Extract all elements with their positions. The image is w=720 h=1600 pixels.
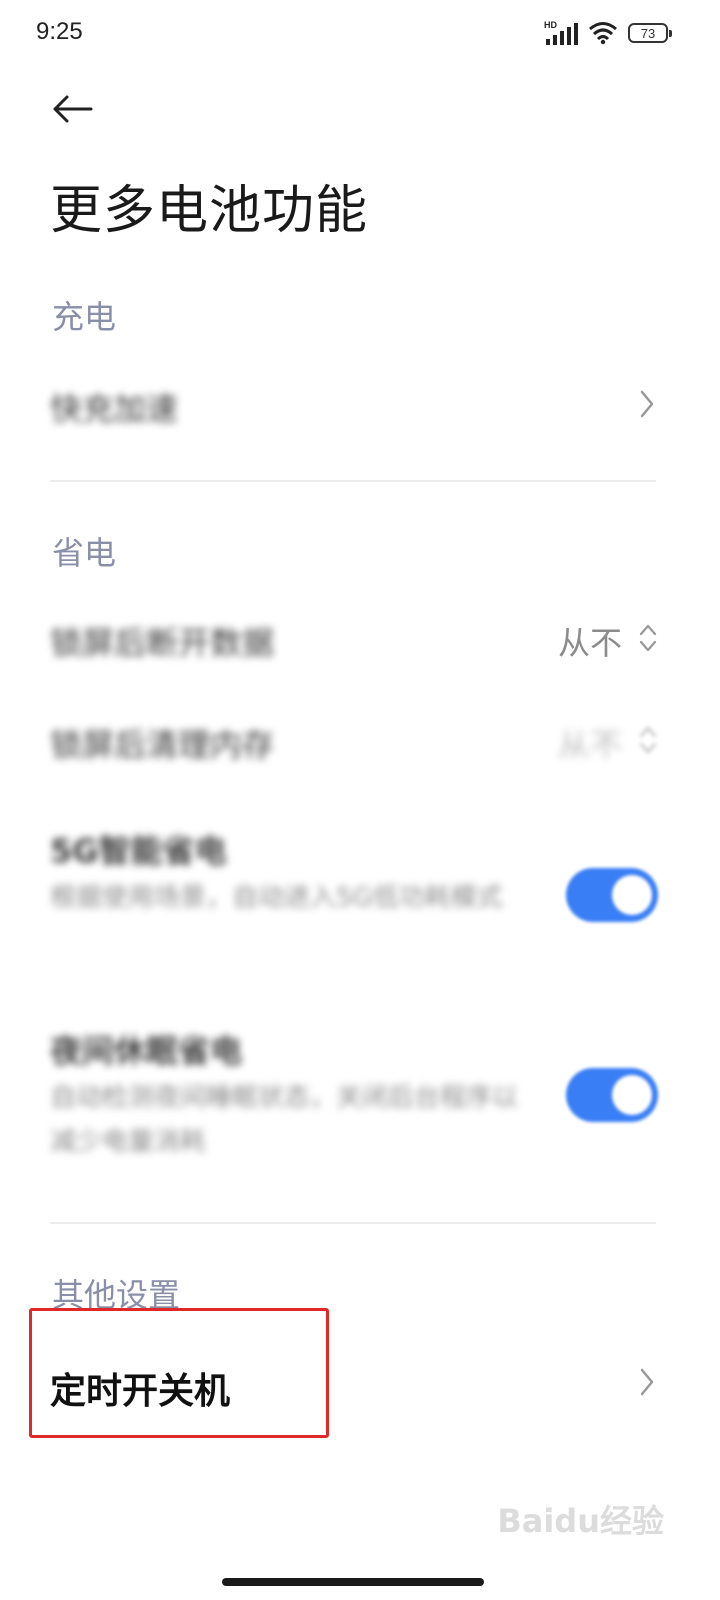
setting-row-5g-saving[interactable]: 5G智能省电 根据使用场景，自动进入5G低功耗模式: [0, 812, 720, 982]
row-label: 快充加速: [50, 390, 179, 428]
row-value: 从不: [557, 726, 622, 764]
status-icons: HD 73: [544, 18, 672, 48]
section-header-charging: 充电: [52, 298, 117, 336]
spinner-updown-icon: [639, 726, 657, 754]
battery-icon: 73: [628, 23, 672, 43]
row-label: 5G智能省电: [50, 832, 227, 870]
page-title: 更多电池功能: [50, 181, 369, 241]
chevron-right-icon: [640, 390, 654, 418]
home-indicator[interactable]: [222, 1578, 484, 1586]
back-arrow-icon: [53, 95, 93, 123]
divider: [50, 1222, 656, 1224]
status-bar: 9:25 HD 73: [0, 0, 720, 66]
row-value: 从不: [557, 624, 622, 662]
toggle-knob: [612, 875, 652, 915]
row-label: 锁屏后清理内存: [50, 726, 275, 764]
spinner-updown-icon: [639, 624, 657, 652]
signal-icon: HD: [544, 20, 578, 45]
divider: [50, 480, 656, 482]
back-button[interactable]: [44, 84, 100, 134]
wifi-icon: [589, 22, 617, 45]
setting-row-disconnect-data[interactable]: 锁屏后断开数据 从不: [0, 600, 720, 680]
highlight-box: [29, 1308, 329, 1438]
toggle-switch-night[interactable]: [566, 1068, 658, 1122]
network-badge: HD: [544, 20, 557, 30]
toggle-knob: [612, 1075, 652, 1115]
row-subtitle: 自动检测夜间睡眠状态，关闭后台程序以减少电量消耗: [50, 1083, 519, 1157]
setting-row-clear-memory[interactable]: 锁屏后清理内存 从不: [0, 702, 720, 782]
row-label: 锁屏后断开数据: [50, 624, 275, 662]
status-time: 9:25: [36, 18, 83, 45]
row-label: 夜间休眠省电: [50, 1032, 243, 1070]
setting-row-fast-charge[interactable]: 快充加速: [0, 360, 720, 450]
row-subtitle: 根据使用场景，自动进入5G低功耗模式: [50, 883, 503, 913]
watermark: Baidu经验: [497, 1502, 664, 1540]
toggle-switch-5g[interactable]: [566, 868, 658, 922]
battery-level: 73: [640, 25, 656, 41]
chevron-right-icon: [640, 1368, 654, 1396]
section-header-power-saving: 省电: [52, 534, 117, 572]
setting-row-night-saving[interactable]: 夜间休眠省电 自动检测夜间睡眠状态，关闭后台程序以减少电量消耗: [0, 1012, 720, 1182]
